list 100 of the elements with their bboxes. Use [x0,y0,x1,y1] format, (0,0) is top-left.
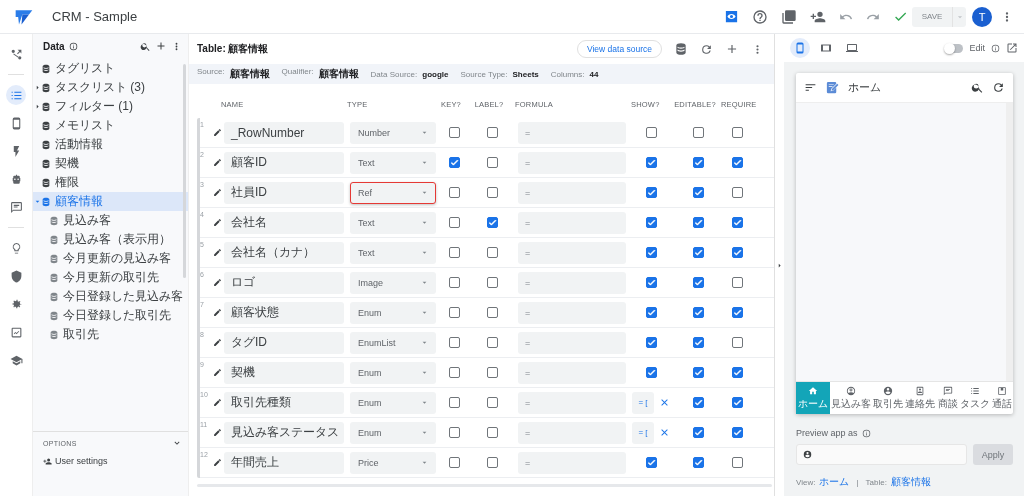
checkbox[interactable] [448,217,460,228]
checkbox[interactable] [486,307,498,318]
rail-button[interactable] [6,85,26,105]
avatar[interactable]: T [972,6,992,27]
formula-field[interactable]: = [518,391,626,414]
checkbox[interactable] [486,127,498,138]
name-field[interactable]: 見込み客ステータス [224,421,344,444]
checkbox[interactable] [692,307,704,318]
plus-icon[interactable] [725,42,739,56]
checkbox[interactable] [732,397,743,408]
user-field[interactable] [796,444,967,465]
checkbox[interactable] [645,187,657,198]
checkbox[interactable] [486,427,498,438]
checkbox[interactable] [486,337,498,348]
type-dropdown[interactable]: Image [350,271,436,294]
info-icon[interactable] [68,41,78,51]
sidebar-item[interactable]: タスクリスト (3) [33,78,188,97]
device-button[interactable] [790,38,810,58]
type-dropdown[interactable]: Text [350,211,436,234]
checkbox[interactable] [448,157,460,168]
sidebar-item[interactable]: タグリスト [33,59,188,78]
formula-field[interactable]: = [518,181,626,204]
search-icon[interactable] [140,40,151,52]
type-dropdown[interactable]: Text [350,241,436,264]
checkbox[interactable] [732,277,743,288]
formula-field[interactable]: = [518,301,626,324]
pencil-icon[interactable] [212,278,222,287]
name-field[interactable]: タグID [224,331,344,354]
checkbox[interactable] [692,367,704,378]
checkbox[interactable] [645,457,657,468]
type-dropdown[interactable]: Ref [350,181,436,204]
formula-field[interactable]: = [518,241,626,264]
formula-field[interactable]: = [518,331,626,354]
pencil-icon[interactable] [212,188,222,197]
checkbox[interactable] [645,157,657,168]
type-dropdown[interactable]: EnumList [350,331,436,354]
checkbox[interactable] [645,247,657,258]
edit-toggle[interactable] [945,43,964,53]
checkbox[interactable] [732,127,743,138]
name-field[interactable]: 会社名 [224,211,344,234]
type-dropdown[interactable]: Enum [350,391,436,414]
checkbox[interactable] [692,457,704,468]
name-field[interactable]: 取引先種類 [224,391,344,414]
search-icon[interactable] [971,81,984,94]
name-field[interactable]: 顧客ID [224,151,344,174]
checkbox[interactable] [448,127,460,138]
checkbox[interactable] [732,307,743,318]
checkbox[interactable] [692,397,704,408]
view-data-source-button[interactable]: View data source [576,40,662,58]
plus-icon[interactable] [155,40,167,52]
checkbox[interactable] [448,427,460,438]
checkbox[interactable] [692,247,704,258]
checkbox[interactable] [486,397,498,408]
view-link[interactable]: ホーム [819,475,850,489]
checkbox[interactable] [448,247,460,258]
formula-chip[interactable]: = [ [632,391,654,414]
checkbox[interactable] [692,217,704,228]
user-settings-link[interactable]: User settings [43,456,182,466]
checkbox[interactable] [448,337,460,348]
type-dropdown[interactable]: Price [350,451,436,474]
checkbox[interactable] [448,307,460,318]
help-icon[interactable] [752,8,768,25]
sidebar-item[interactable]: 今月更新の取引先 [33,268,188,287]
sidebar-item[interactable]: フィルター (1) [33,97,188,116]
checkbox[interactable] [732,217,743,228]
checkbox[interactable] [732,247,743,258]
scrollbar[interactable] [1006,103,1013,381]
checkbox[interactable] [448,187,460,198]
checkbox[interactable] [645,217,657,228]
checkbox[interactable] [692,187,704,198]
checkbox[interactable] [448,397,460,408]
checkbox[interactable] [732,427,743,438]
formula-field[interactable]: = [518,211,626,234]
checkbox[interactable] [692,427,704,438]
checkbox[interactable] [732,337,743,348]
pencil-icon[interactable] [212,458,222,467]
formula-field[interactable]: = [518,421,626,444]
nav-tab[interactable]: 見込み客 [830,382,873,414]
open-external-icon[interactable] [1006,42,1018,54]
formula-field[interactable]: = [518,121,626,144]
nav-tab[interactable]: 商談 [936,382,959,414]
sidebar-item[interactable]: メモリスト [33,116,188,135]
refresh-icon[interactable] [992,81,1005,94]
name-field[interactable]: ロゴ [224,271,344,294]
checkbox[interactable] [732,187,743,198]
checkbox[interactable] [486,457,498,468]
sidebar-item[interactable]: 見込み客 [33,211,188,230]
type-dropdown[interactable]: Enum [350,361,436,384]
checkbox[interactable] [732,367,743,378]
sidebar-item[interactable]: 取引先 [33,325,188,344]
pencil-icon[interactable] [212,398,222,407]
menu-icon[interactable] [804,81,817,94]
checkbox[interactable] [645,367,657,378]
checkbox[interactable] [486,217,498,228]
type-dropdown[interactable]: Text [350,151,436,174]
preview-icon[interactable] [724,9,739,24]
checkbox[interactable] [645,337,657,348]
table-link[interactable]: 顧客情報 [890,475,931,489]
name-field[interactable]: 社員ID [224,181,344,204]
nav-tab[interactable]: タスク [958,382,991,414]
